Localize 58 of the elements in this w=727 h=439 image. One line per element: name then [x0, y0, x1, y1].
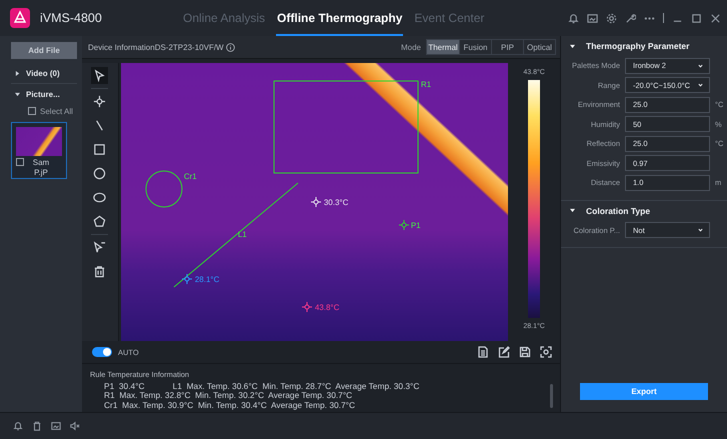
info-icon[interactable] — [226, 42, 235, 52]
caret-down-icon[interactable] — [570, 208, 575, 213]
section-title: Thermography Parameter — [586, 41, 690, 51]
capture-icon[interactable] — [540, 346, 552, 358]
wrench-icon[interactable] — [625, 12, 636, 24]
add-file-button[interactable]: Add File — [11, 42, 77, 59]
rule-label: Cr1 — [184, 172, 197, 181]
file-card[interactable]: Sam P.jP — [11, 122, 67, 179]
crosshair-icon — [181, 274, 192, 284]
device-info: Device InformationDS-2TP23-10VF/W — [88, 42, 224, 52]
maximize-icon[interactable] — [691, 12, 702, 24]
mode-label: Mode — [400, 42, 421, 52]
temperature-reading: 30.3°C — [324, 198, 348, 207]
edit-icon[interactable] — [498, 346, 510, 358]
caret-down-icon[interactable] — [15, 92, 20, 96]
tree-group[interactable]: Video (0) — [26, 68, 60, 78]
temperature-reading: 28.1°C — [194, 275, 220, 284]
app-logo-icon — [10, 8, 30, 28]
tree-group[interactable]: Picture... — [26, 90, 60, 98]
caret-right-icon[interactable] — [15, 70, 20, 76]
bell-icon[interactable] — [13, 421, 23, 431]
rule-temperature-text: L1 Max. Temp. 30.6°C Min. Temp. 28.7°C Average Temp. 30.3°C — [172, 382, 420, 392]
chevron-down-icon — [698, 64, 703, 68]
chevron-down-icon — [698, 83, 703, 88]
app-title: iVMS-4800 — [40, 11, 103, 25]
rule-temperature-text: R1 Max. Temp. 32.8°C Min. Temp. 30.2°C Average Temp. 30.7°C — [104, 391, 352, 401]
close-icon[interactable] — [710, 12, 721, 24]
temperature-reading: 43.8°C — [314, 303, 340, 312]
file-name: Sam P.jP — [32, 158, 50, 178]
caret-down-icon[interactable] — [570, 44, 575, 48]
crosshair-icon — [301, 302, 312, 312]
select-all-label[interactable]: Select All — [40, 106, 73, 116]
auto-toggle[interactable] — [92, 347, 112, 357]
measure-rectangle[interactable] — [273, 80, 418, 174]
rule-label: R1 — [420, 80, 432, 89]
measure-circle[interactable] — [145, 170, 182, 208]
crosshair-icon — [310, 196, 322, 208]
mode-tab[interactable]: Thermal — [427, 40, 459, 54]
thumbnail-image — [16, 127, 62, 156]
checkbox[interactable] — [28, 107, 36, 115]
section-title: Coloration Type — [586, 206, 650, 216]
speaker-muted-icon[interactable] — [70, 421, 80, 431]
rule-label: P1 — [410, 221, 421, 230]
scrollbar[interactable] — [550, 384, 553, 408]
settings-icon[interactable] — [606, 12, 617, 24]
checkbox[interactable] — [16, 158, 24, 166]
rule-label: L1 — [238, 230, 247, 239]
trash-icon[interactable] — [32, 421, 42, 431]
rule-temperature-text: Cr1 Max. Temp. 30.9°C Min. Temp. 30.4°C Average Temp. 30.7°C — [104, 400, 356, 410]
image-icon[interactable] — [587, 12, 598, 24]
save-icon[interactable] — [519, 346, 531, 358]
chevron-down-icon — [698, 228, 703, 232]
image-icon[interactable] — [51, 421, 61, 431]
rule-temperature-text: P1 30.4°C — [104, 382, 145, 392]
document-icon[interactable] — [477, 346, 489, 358]
bell-icon[interactable] — [568, 12, 579, 24]
crosshair-icon — [398, 220, 410, 230]
pointer-icon[interactable] — [91, 67, 108, 84]
